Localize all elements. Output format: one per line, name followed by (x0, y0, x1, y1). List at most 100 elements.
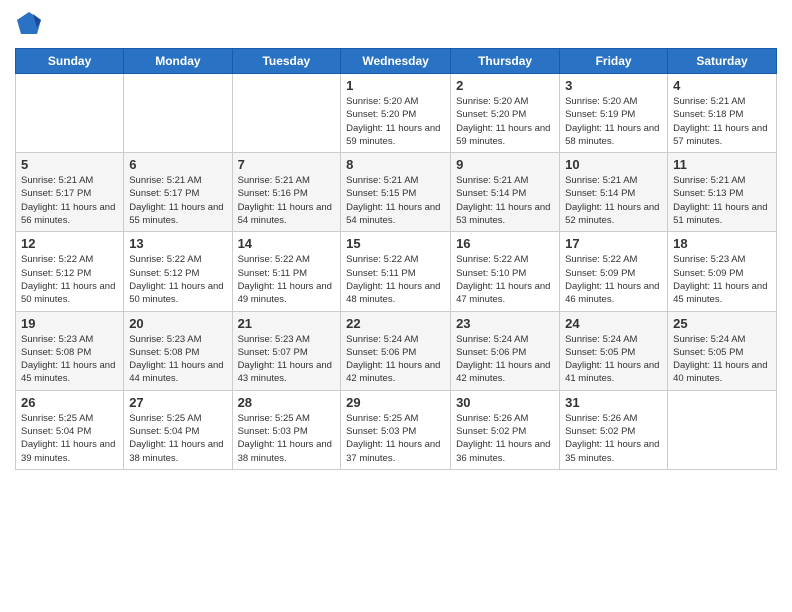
calendar-cell: 16 Sunrise: 5:22 AM Sunset: 5:10 PM Dayli… (451, 232, 560, 311)
calendar-cell: 18 Sunrise: 5:23 AM Sunset: 5:09 PM Dayli… (668, 232, 777, 311)
day-number: 26 (21, 395, 118, 410)
day-info: Sunrise: 5:26 AM Sunset: 5:02 PM Dayligh… (456, 412, 554, 465)
calendar-cell: 11 Sunrise: 5:21 AM Sunset: 5:13 PM Dayli… (668, 153, 777, 232)
day-number: 13 (129, 236, 226, 251)
calendar-cell: 13 Sunrise: 5:22 AM Sunset: 5:12 PM Dayli… (124, 232, 232, 311)
day-info: Sunrise: 5:25 AM Sunset: 5:04 PM Dayligh… (129, 412, 226, 465)
day-info: Sunrise: 5:23 AM Sunset: 5:08 PM Dayligh… (21, 333, 118, 386)
day-number: 12 (21, 236, 118, 251)
day-number: 20 (129, 316, 226, 331)
calendar-cell: 29 Sunrise: 5:25 AM Sunset: 5:03 PM Dayli… (341, 390, 451, 469)
calendar-cell: 9Sunrise: 5:21 AM Sunset: 5:14 PM Daylig… (451, 153, 560, 232)
day-header-thursday: Thursday (451, 49, 560, 74)
day-number: 19 (21, 316, 118, 331)
calendar-cell: 27 Sunrise: 5:25 AM Sunset: 5:04 PM Dayli… (124, 390, 232, 469)
day-number: 31 (565, 395, 662, 410)
day-info: Sunrise: 5:22 AM Sunset: 5:12 PM Dayligh… (21, 253, 118, 306)
day-info: Sunrise: 5:22 AM Sunset: 5:11 PM Dayligh… (346, 253, 445, 306)
day-info: Sunrise: 5:23 AM Sunset: 5:09 PM Dayligh… (673, 253, 771, 306)
calendar-cell: 21 Sunrise: 5:23 AM Sunset: 5:07 PM Dayli… (232, 311, 341, 390)
calendar-cell: 28Sunrise: 5:25 AM Sunset: 5:03 PM Dayli… (232, 390, 341, 469)
day-info: Sunrise: 5:26 AM Sunset: 5:02 PM Dayligh… (565, 412, 662, 465)
logo-icon (15, 10, 43, 38)
day-number: 22 (346, 316, 445, 331)
day-header-saturday: Saturday (668, 49, 777, 74)
calendar-cell: 20 Sunrise: 5:23 AM Sunset: 5:08 PM Dayli… (124, 311, 232, 390)
calendar-cell: 2 Sunrise: 5:20 AM Sunset: 5:20 PM Daylig… (451, 74, 560, 153)
calendar-week-row: 1 Sunrise: 5:20 AM Sunset: 5:20 PM Daylig… (16, 74, 777, 153)
day-number: 30 (456, 395, 554, 410)
day-number: 3 (565, 78, 662, 93)
day-info: Sunrise: 5:21 AM Sunset: 5:14 PM Dayligh… (456, 174, 554, 227)
calendar-week-row: 26 Sunrise: 5:25 AM Sunset: 5:04 PM Dayli… (16, 390, 777, 469)
day-info: Sunrise: 5:21 AM Sunset: 5:16 PM Dayligh… (238, 174, 336, 227)
day-number: 10 (565, 157, 662, 172)
day-info: Sunrise: 5:23 AM Sunset: 5:07 PM Dayligh… (238, 333, 336, 386)
day-number: 18 (673, 236, 771, 251)
day-info: Sunrise: 5:25 AM Sunset: 5:03 PM Dayligh… (346, 412, 445, 465)
calendar-cell: 31 Sunrise: 5:26 AM Sunset: 5:02 PM Dayli… (560, 390, 668, 469)
day-number: 21 (238, 316, 336, 331)
calendar-week-row: 12 Sunrise: 5:22 AM Sunset: 5:12 PM Dayli… (16, 232, 777, 311)
day-header-wednesday: Wednesday (341, 49, 451, 74)
calendar-cell: 24 Sunrise: 5:24 AM Sunset: 5:05 PM Dayli… (560, 311, 668, 390)
calendar-cell: 25 Sunrise: 5:24 AM Sunset: 5:05 PM Dayli… (668, 311, 777, 390)
day-number: 27 (129, 395, 226, 410)
calendar-cell: 14 Sunrise: 5:22 AM Sunset: 5:11 PM Dayli… (232, 232, 341, 311)
calendar-cell: 30 Sunrise: 5:26 AM Sunset: 5:02 PM Dayli… (451, 390, 560, 469)
day-number: 16 (456, 236, 554, 251)
calendar-cell: 8 Sunrise: 5:21 AM Sunset: 5:15 PM Daylig… (341, 153, 451, 232)
calendar-cell (124, 74, 232, 153)
day-info: Sunrise: 5:20 AM Sunset: 5:20 PM Dayligh… (346, 95, 445, 148)
day-number: 24 (565, 316, 662, 331)
day-number: 17 (565, 236, 662, 251)
day-info: Sunrise: 5:21 AM Sunset: 5:15 PM Dayligh… (346, 174, 445, 227)
calendar-cell: 26 Sunrise: 5:25 AM Sunset: 5:04 PM Dayli… (16, 390, 124, 469)
day-number: 1 (346, 78, 445, 93)
day-number: 25 (673, 316, 771, 331)
day-info: Sunrise: 5:24 AM Sunset: 5:05 PM Dayligh… (673, 333, 771, 386)
calendar-cell: 5 Sunrise: 5:21 AM Sunset: 5:17 PM Daylig… (16, 153, 124, 232)
day-header-monday: Monday (124, 49, 232, 74)
calendar-cell (668, 390, 777, 469)
day-number: 6 (129, 157, 226, 172)
calendar-cell (232, 74, 341, 153)
logo (15, 10, 47, 38)
calendar-cell: 3 Sunrise: 5:20 AM Sunset: 5:19 PM Daylig… (560, 74, 668, 153)
calendar-header-row: SundayMondayTuesdayWednesdayThursdayFrid… (16, 49, 777, 74)
day-info: Sunrise: 5:21 AM Sunset: 5:17 PM Dayligh… (21, 174, 118, 227)
day-number: 5 (21, 157, 118, 172)
day-number: 29 (346, 395, 445, 410)
day-number: 8 (346, 157, 445, 172)
day-number: 4 (673, 78, 771, 93)
calendar-cell: 10 Sunrise: 5:21 AM Sunset: 5:14 PM Dayli… (560, 153, 668, 232)
calendar-cell: 12 Sunrise: 5:22 AM Sunset: 5:12 PM Dayli… (16, 232, 124, 311)
calendar-cell: 19 Sunrise: 5:23 AM Sunset: 5:08 PM Dayli… (16, 311, 124, 390)
day-number: 14 (238, 236, 336, 251)
day-info: Sunrise: 5:21 AM Sunset: 5:17 PM Dayligh… (129, 174, 226, 227)
calendar-cell: 17Sunrise: 5:22 AM Sunset: 5:09 PM Dayli… (560, 232, 668, 311)
header (15, 10, 777, 38)
day-info: Sunrise: 5:20 AM Sunset: 5:19 PM Dayligh… (565, 95, 662, 148)
day-header-tuesday: Tuesday (232, 49, 341, 74)
calendar-table: SundayMondayTuesdayWednesdayThursdayFrid… (15, 48, 777, 470)
page: SundayMondayTuesdayWednesdayThursdayFrid… (0, 0, 792, 612)
day-info: Sunrise: 5:20 AM Sunset: 5:20 PM Dayligh… (456, 95, 554, 148)
day-info: Sunrise: 5:25 AM Sunset: 5:03 PM Dayligh… (238, 412, 336, 465)
day-info: Sunrise: 5:21 AM Sunset: 5:14 PM Dayligh… (565, 174, 662, 227)
day-info: Sunrise: 5:24 AM Sunset: 5:06 PM Dayligh… (456, 333, 554, 386)
day-info: Sunrise: 5:22 AM Sunset: 5:12 PM Dayligh… (129, 253, 226, 306)
calendar-cell: 15Sunrise: 5:22 AM Sunset: 5:11 PM Dayli… (341, 232, 451, 311)
day-info: Sunrise: 5:21 AM Sunset: 5:13 PM Dayligh… (673, 174, 771, 227)
day-number: 2 (456, 78, 554, 93)
day-info: Sunrise: 5:23 AM Sunset: 5:08 PM Dayligh… (129, 333, 226, 386)
day-info: Sunrise: 5:24 AM Sunset: 5:06 PM Dayligh… (346, 333, 445, 386)
day-header-sunday: Sunday (16, 49, 124, 74)
day-number: 11 (673, 157, 771, 172)
day-info: Sunrise: 5:25 AM Sunset: 5:04 PM Dayligh… (21, 412, 118, 465)
day-number: 7 (238, 157, 336, 172)
day-info: Sunrise: 5:24 AM Sunset: 5:05 PM Dayligh… (565, 333, 662, 386)
day-info: Sunrise: 5:22 AM Sunset: 5:10 PM Dayligh… (456, 253, 554, 306)
calendar-cell: 7 Sunrise: 5:21 AM Sunset: 5:16 PM Daylig… (232, 153, 341, 232)
day-info: Sunrise: 5:22 AM Sunset: 5:11 PM Dayligh… (238, 253, 336, 306)
